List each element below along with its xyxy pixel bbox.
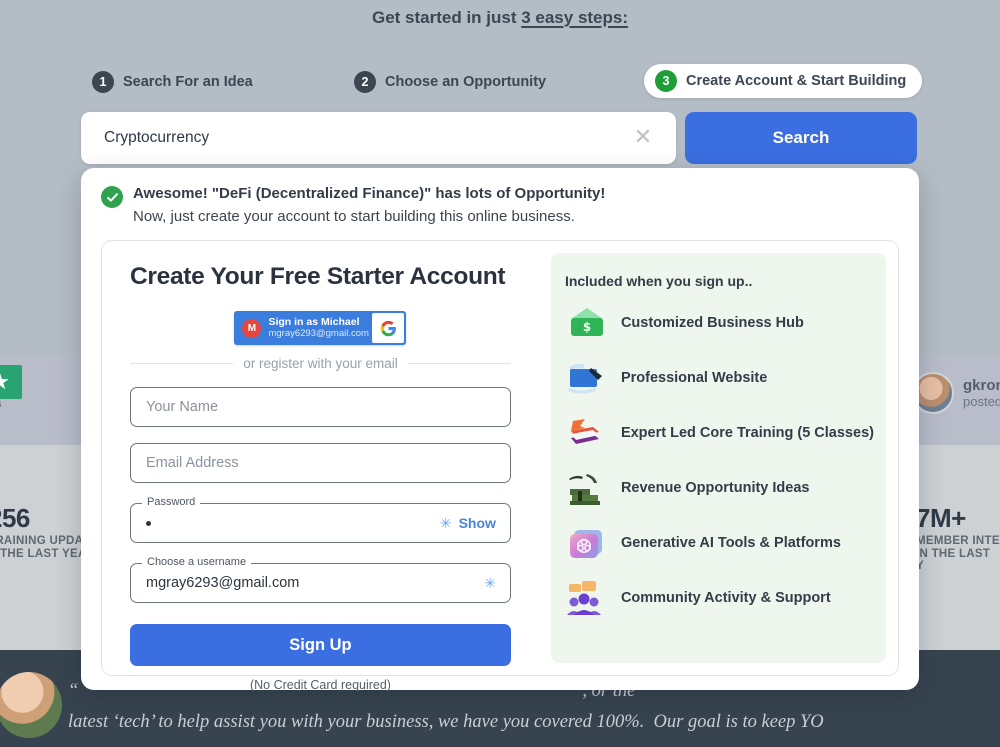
signup-panel: Create Your Free Starter Account M Sign … [101,240,899,692]
username-field[interactable]: Choose a username mgray6293@gmail.com ✳ [130,556,511,603]
benefit-label: Community Activity & Support [620,590,831,606]
no-credit-card-note: (No Credit Card required) [249,678,391,692]
benefit-item: Professional Website [565,357,886,399]
benefit-label: Customized Business Hub [620,315,804,331]
password-masked-value [146,520,151,526]
divider-line-left [130,363,234,364]
money-envelope-icon: $ [565,302,609,344]
search-input[interactable]: Cryptocurrency ✕ [81,112,676,164]
cash-stack-icon [565,467,609,509]
result-headline: Awesome! "DeFi (Decentralized Finance)" … [133,185,606,202]
benefit-item: Revenue Opportunity Ideas [565,467,886,509]
stat-line-2: N THE LAST YEA [0,548,87,560]
community-people-icon [565,577,609,619]
benefit-label: Generative AI Tools & Platforms [620,535,841,551]
google-g-icon [372,313,405,343]
result-message: Awesome! "DeFi (Decentralized Finance)" … [101,184,899,228]
post-author-name: gkron90 [963,377,1000,394]
ai-brain-chip-icon [565,522,609,564]
divider-label: or register with your email [243,356,398,371]
benefit-item: Community Activity & Support [565,577,886,619]
email-field[interactable]: Email Address [130,443,511,483]
divider-or-register: or register with your email [130,356,511,371]
benefits-title: Included when you sign up.. [564,273,753,289]
step-label: Search For an Idea [123,74,253,90]
star-icon: ★ [0,371,10,393]
search-bar: Cryptocurrency ✕ Search [81,112,917,164]
close-icon[interactable]: ✕ [632,126,654,149]
google-sign-in-label: Sign in as Michael [268,316,360,328]
search-button[interactable]: Search [685,112,917,164]
name-field[interactable]: Your Name [130,387,511,427]
benefit-item: Expert Led Core Training (5 Classes) [565,412,886,454]
sparkle-icon[interactable]: ✳ [440,516,452,530]
benefits-panel: Included when you sign up.. $ Customized… [550,253,886,663]
form-title: Create Your Free Starter Account [130,263,506,290]
signup-form: Create Your Free Starter Account M Sign … [102,241,541,692]
step-1-search-for-an-idea[interactable]: 1 Search For an Idea [92,64,253,100]
result-subline: Now, just create your account to start b… [133,208,575,225]
trustpilot-badge: ★ [0,365,22,399]
background-post: gkron90 posted on [912,372,1000,414]
post-meta: posted on [963,394,1000,409]
training-books-icon [565,412,609,454]
stat-number: 7M+ [916,503,966,533]
username-field-label: Choose a username [142,556,252,568]
step-number-badge: 1 [92,71,114,93]
step-label: Choose an Opportunity [385,74,547,90]
password-field-label: Password [142,496,201,508]
benefits-column: Included when you sign up.. $ Customized… [541,241,898,675]
benefit-label: Professional Website [620,370,768,386]
steps-indicator: 1 Search For an Idea 2 Choose an Opportu… [92,64,923,100]
show-password-button[interactable]: Show [459,515,496,531]
step-3-create-account-and-start-building[interactable]: 3 Create Account & Start Building [644,64,923,98]
benefit-item: $ Customized Business Hub [565,302,886,344]
page-title-emphasis: 3 easy steps: [521,8,629,27]
search-input-value: Cryptocurrency [104,129,210,146]
benefit-label: Revenue Opportunity Ideas [620,480,810,496]
sign-up-button[interactable]: Sign Up [130,624,511,666]
page-title: Get started in just 3 easy steps: [0,8,1000,28]
website-monitor-icon [565,357,609,399]
step-label: Create Account & Start Building [686,73,907,89]
stat-block-right: 7M+ MEMBER INTE IN THE LAST Y [916,505,1000,572]
sparkle-icon[interactable]: ✳ [484,576,496,590]
avatar: M [242,318,262,338]
stat-line-1: MEMBER INTE [916,535,1000,547]
name-field-placeholder: Your Name [146,399,219,415]
username-field-value: mgray6293@gmail.com [146,575,300,591]
divider-line-right [407,363,511,364]
check-circle-icon [101,186,123,208]
benefit-item: Generative AI Tools & Platforms [565,522,886,564]
google-sign-in-email: mgray6293@gmail.com [268,328,369,339]
stat-number: 256 [0,503,30,533]
benefit-label: Expert Led Core Training (5 Classes) [620,425,874,441]
step-number-badge: 3 [655,70,677,92]
stat-block-left: 256 TRAINING UPDA N THE LAST YEA [0,505,87,560]
svg-text:$: $ [583,320,591,334]
step-2-choose-an-opportunity[interactable]: 2 Choose an Opportunity [354,64,546,100]
trustpilot-label: ews [0,398,2,410]
google-sign-in-button[interactable]: M Sign in as Michael mgray6293@gmail.com [234,311,407,345]
stat-line-1: TRAINING UPDA [0,535,84,547]
stat-line-2: IN THE LAST Y [916,548,991,572]
password-field[interactable]: Password ✳ Show [130,496,511,543]
email-field-placeholder: Email Address [146,455,239,471]
signup-modal: Awesome! "DeFi (Decentralized Finance)" … [81,168,919,692]
page-title-prefix: Get started in just [371,8,522,27]
step-number-badge: 2 [354,71,376,93]
